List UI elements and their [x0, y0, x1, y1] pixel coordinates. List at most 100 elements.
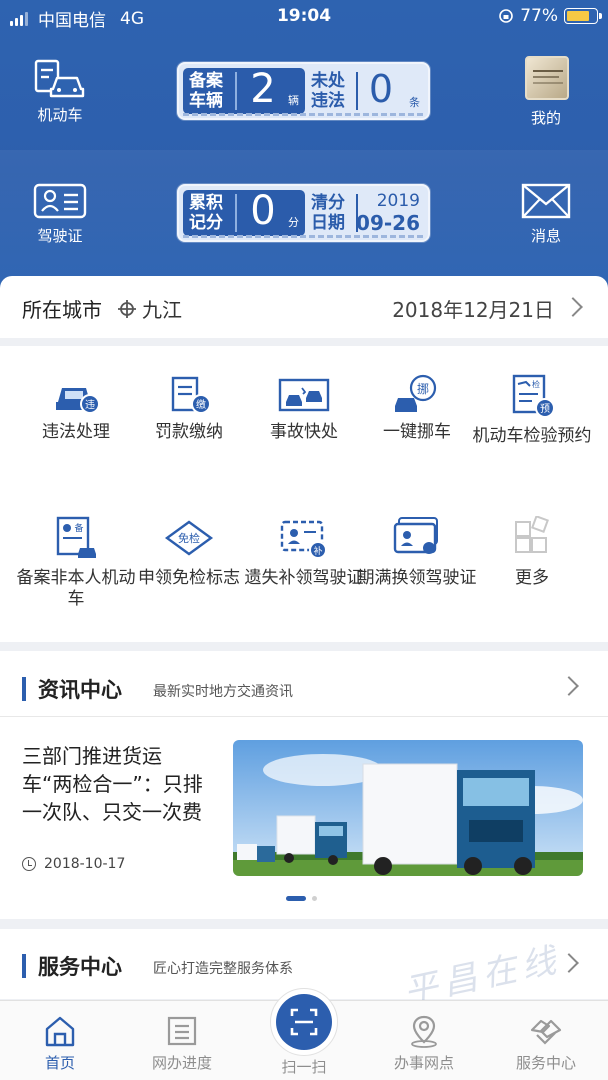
service-center-subtitle: 匠心打造完整服务体系: [153, 961, 293, 977]
service-center-title[interactable]: 服务中心: [22, 951, 122, 981]
city-label: 所在城市: [22, 298, 102, 322]
battery-percent: 77%: [520, 6, 558, 26]
clock-icon: [22, 857, 36, 871]
section-accent-bar: [22, 954, 26, 978]
service-move-car[interactable]: 挪 一键挪车: [357, 374, 477, 443]
fine-payment-icon: 缴: [171, 376, 211, 414]
service-label: 遗失补领驾驶证: [244, 568, 364, 588]
service-exempt-badge[interactable]: 免检 申领免检标志: [129, 516, 249, 589]
service-inspection-booking[interactable]: 检 预 机动车检验预约: [472, 374, 592, 447]
svg-text:缴: 缴: [196, 398, 206, 411]
unhandled-violations-count: 0: [368, 67, 394, 111]
service-violation[interactable]: 违 违法处理: [16, 374, 136, 443]
inspection-booking-icon: 检 预: [512, 374, 555, 418]
register-vehicle-icon: 备: [56, 516, 96, 558]
svg-text:挪: 挪: [417, 382, 429, 396]
chevron-right-icon[interactable]: [563, 297, 583, 317]
vehicle-label: 机动车: [37, 106, 83, 124]
scan-button[interactable]: [276, 994, 332, 1050]
vehicle-button[interactable]: 机动车: [5, 58, 115, 125]
svg-text:免检: 免检: [178, 531, 200, 545]
license-stats-panel[interactable]: 累积记分 0 分 清分日期 2019 09-26: [177, 184, 430, 242]
move-car-icon: 挪: [395, 374, 437, 412]
tab-scan[interactable]: 扫一扫: [254, 1056, 354, 1077]
svg-text:备: 备: [74, 522, 83, 534]
divider: [0, 716, 608, 717]
tab-progress[interactable]: 网办进度: [132, 1014, 232, 1073]
svg-text:违: 违: [85, 399, 95, 411]
points-unit: 分: [288, 216, 299, 229]
battery-icon: [564, 8, 602, 24]
service-accident[interactable]: 事故快处: [244, 374, 364, 443]
crosshair-icon: [118, 299, 136, 318]
car-violation-icon: 违: [56, 388, 100, 414]
news-subtitle: 最新实时地方交通资讯: [153, 684, 293, 700]
violations-unit: 条: [409, 96, 420, 109]
me-button[interactable]: 我的: [491, 107, 601, 128]
vehicle-stats-panel[interactable]: 备案车辆 2 辆 未处违法 0 条: [177, 62, 430, 120]
service-center-label: 服务中心: [38, 955, 122, 979]
avatar[interactable]: [525, 56, 569, 100]
license-label: 驾驶证: [37, 227, 83, 245]
service-label: 事故快处: [270, 422, 338, 442]
service-label: 更多: [515, 568, 549, 588]
current-date: 2018年12月21日: [392, 298, 554, 322]
service-register-vehicle[interactable]: 备 备案非本人机动车: [16, 516, 136, 610]
exempt-badge-icon: 免检: [164, 520, 214, 556]
tab-label: 首页: [44, 1054, 75, 1072]
handshake-icon: [530, 1019, 562, 1045]
clear-date-year: 2019: [376, 191, 420, 211]
service-fine-payment[interactable]: 缴 罚款缴纳: [129, 374, 249, 443]
accident-icon: [278, 378, 330, 412]
vehicle-icon: [34, 59, 85, 98]
me-label: 我的: [530, 109, 561, 127]
registered-vehicles-label: 备案车辆: [189, 71, 223, 111]
carousel-dots[interactable]: [286, 896, 317, 901]
renew-license-icon: [393, 517, 438, 554]
orientation-lock-icon: [499, 9, 514, 23]
message-button[interactable]: 消息: [491, 183, 601, 246]
news-date: 2018-10-17: [22, 856, 125, 872]
service-label: 一键挪车: [383, 422, 451, 442]
service-label: 机动车检验预约: [472, 426, 592, 446]
service-more[interactable]: 更多: [472, 516, 592, 589]
unhandled-violations-label: 未处违法: [311, 71, 345, 111]
news-section-title[interactable]: 资讯中心: [22, 674, 122, 704]
service-reissue-license[interactable]: 补 遗失补领驾驶证: [244, 516, 364, 589]
news-image-trucks[interactable]: [233, 740, 583, 876]
service-label: 期满换领驾驶证: [357, 568, 477, 588]
service-label: 备案非本人机动车: [16, 568, 136, 609]
clear-date-label: 清分日期: [311, 193, 345, 233]
vehicles-unit: 辆: [288, 94, 299, 107]
tab-label: 扫一扫: [281, 1058, 327, 1076]
news-title-label: 资讯中心: [38, 678, 122, 702]
tab-home[interactable]: 首页: [10, 1014, 110, 1073]
envelope-icon: [521, 183, 571, 219]
home-icon: [45, 1016, 75, 1047]
clear-date-monthday: 09-26: [356, 211, 420, 235]
scan-icon: [290, 1008, 318, 1036]
license-card-icon: [33, 183, 87, 219]
license-button[interactable]: 驾驶证: [5, 183, 115, 246]
service-label: 违法处理: [42, 422, 110, 442]
tab-service-center[interactable]: 服务中心: [496, 1014, 596, 1073]
news-headline[interactable]: 三部门推进货运车“两检合一”：只排一次队、只交一次费: [22, 742, 208, 826]
tab-label: 服务中心: [515, 1054, 576, 1072]
tab-label: 办事网点: [393, 1054, 454, 1072]
tab-locations[interactable]: 办事网点: [374, 1014, 474, 1073]
svg-text:补: 补: [313, 545, 322, 557]
progress-icon: [167, 1016, 197, 1046]
news-date-text: 2018-10-17: [44, 856, 126, 872]
accumulated-points-value: 0: [250, 188, 276, 234]
status-bar: 中国电信 4G 19:04 77%: [0, 0, 608, 34]
message-label: 消息: [530, 227, 561, 245]
registered-vehicles-count: 2: [250, 66, 276, 112]
more-grid-icon: [515, 516, 549, 553]
city-bar[interactable]: 所在城市 九江 2018年12月21日: [0, 276, 608, 338]
accumulated-points-label: 累积记分: [189, 193, 223, 233]
header: 中国电信 4G 19:04 77% 机动车 驾驶证 备案车辆 2 辆 未处违法 …: [0, 0, 608, 300]
city-selector[interactable]: 九江: [118, 294, 182, 323]
svg-text:检: 检: [532, 379, 540, 389]
tab-label: 网办进度: [151, 1054, 212, 1072]
service-renew-license[interactable]: 期满换领驾驶证: [357, 516, 477, 589]
